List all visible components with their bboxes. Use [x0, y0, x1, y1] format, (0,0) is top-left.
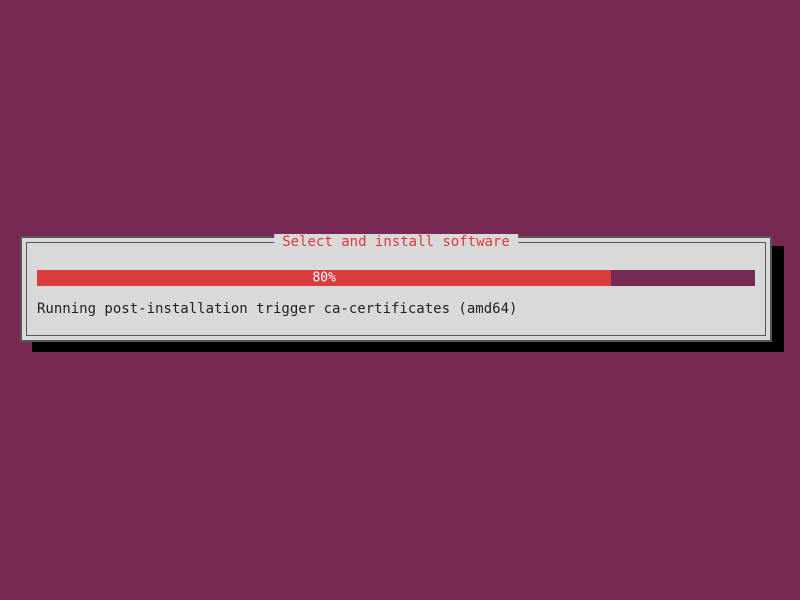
status-text: Running post-installation trigger ca-cer…	[37, 301, 517, 317]
installer-dialog: Select and install software 80% Running …	[20, 236, 772, 342]
dialog-border: Select and install software 80% Running …	[26, 242, 766, 336]
progress-percent-label: 80%	[312, 271, 335, 286]
progress-fill: 80%	[37, 270, 611, 286]
progress-bar: 80%	[37, 270, 755, 286]
dialog-title: Select and install software	[274, 234, 518, 250]
